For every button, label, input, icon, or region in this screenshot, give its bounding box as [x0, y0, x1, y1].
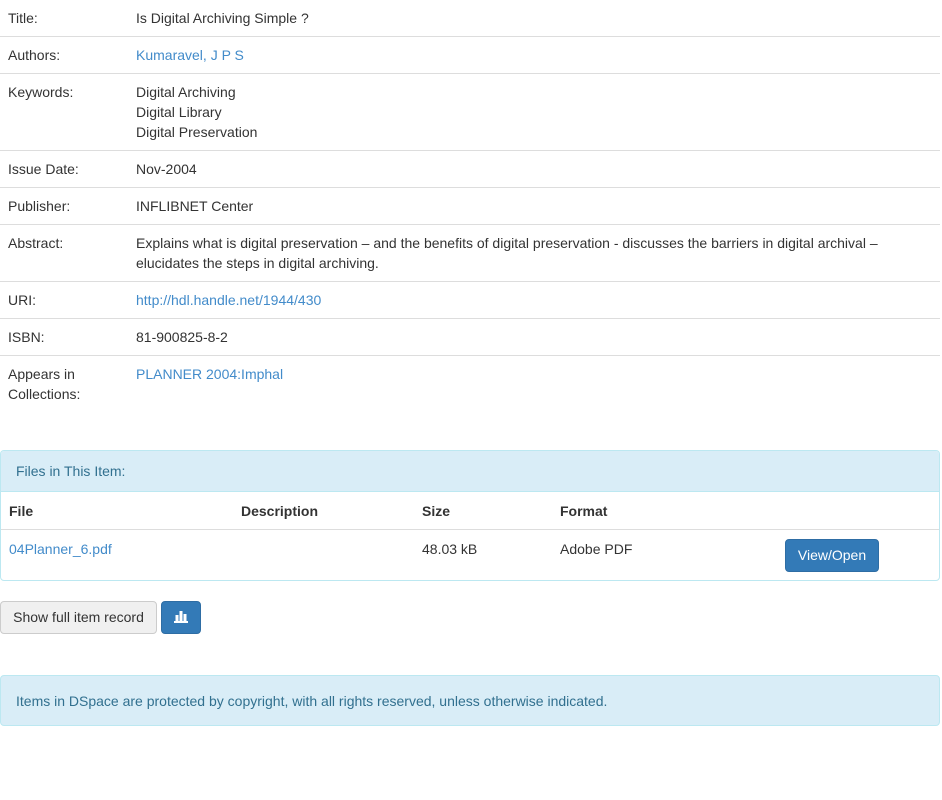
- metadata-row-uri: URI: http://hdl.handle.net/1944/430: [0, 282, 940, 319]
- metadata-label: Issue Date:: [8, 161, 79, 177]
- show-full-item-record-button[interactable]: Show full item record: [0, 601, 157, 634]
- abstract-line: Explains what is digital preservation – …: [136, 235, 878, 251]
- column-header-file: File: [9, 503, 34, 519]
- metadata-label: ISBN:: [8, 329, 45, 345]
- metadata-value: http://hdl.handle.net/1944/430: [136, 290, 940, 310]
- metadata-label: Appears in Collections:: [0, 364, 136, 404]
- keyword: Digital Preservation: [136, 124, 258, 140]
- author-link[interactable]: Kumaravel, J P S: [136, 47, 244, 63]
- bar-chart-icon: [174, 610, 188, 626]
- metadata-row-isbn: ISBN: 81-900825-8-2: [0, 319, 940, 356]
- file-link[interactable]: 04Planner_6.pdf: [9, 539, 112, 559]
- metadata-value: PLANNER 2004:Imphal: [136, 364, 940, 404]
- column-header-description: Description: [241, 503, 319, 519]
- issue-date: Nov-2004: [136, 161, 197, 177]
- label-line: Collections:: [8, 386, 81, 402]
- copyright-notice: Items in DSpace are protected by copyrig…: [0, 675, 940, 726]
- keyword: Digital Library: [136, 104, 222, 120]
- metadata-row-issue-date: Issue Date: Nov-2004: [0, 151, 940, 188]
- column-header-format: Format: [560, 503, 608, 519]
- isbn: 81-900825-8-2: [136, 329, 228, 345]
- file-format: Adobe PDF: [560, 541, 633, 557]
- label-line: Appears in: [8, 366, 75, 382]
- files-panel: Files in This Item: File Description Siz…: [0, 450, 940, 581]
- uri-link[interactable]: http://hdl.handle.net/1944/430: [136, 292, 321, 308]
- metadata-row-authors: Authors: Kumaravel, J P S: [0, 37, 940, 74]
- statistics-button[interactable]: [161, 601, 201, 634]
- metadata-label: Publisher:: [8, 198, 71, 214]
- metadata-row-collections: Appears in Collections: PLANNER 2004:Imp…: [0, 356, 940, 412]
- view-open-button[interactable]: View/Open: [785, 539, 879, 572]
- metadata-label: Authors:: [8, 47, 61, 63]
- files-panel-heading: Files in This Item:: [1, 451, 939, 492]
- table-divider: [1, 529, 939, 530]
- metadata-label: Title:: [8, 10, 38, 26]
- keywords-list: Digital Archiving Digital Library Digita…: [136, 82, 940, 142]
- abstract-line: elucidates the steps in digital archivin…: [136, 255, 379, 271]
- metadata-row-abstract: Abstract: Explains what is digital prese…: [0, 225, 940, 282]
- abstract: Explains what is digital preservation – …: [136, 233, 940, 273]
- collection-link[interactable]: PLANNER 2004:Imphal: [136, 366, 283, 382]
- item-metadata-table: Title: Is Digital Archiving Simple ? Aut…: [0, 0, 940, 412]
- file-size: 48.03 kB: [422, 541, 478, 557]
- metadata-label: URI:: [8, 292, 36, 308]
- metadata-value: Kumaravel, J P S: [136, 45, 940, 65]
- keyword: Digital Archiving: [136, 84, 236, 100]
- metadata-label: Keywords:: [8, 84, 74, 100]
- metadata-label: Abstract:: [8, 235, 64, 251]
- column-header-size: Size: [422, 503, 451, 519]
- publisher: INFLIBNET Center: [136, 198, 254, 214]
- metadata-row-publisher: Publisher: INFLIBNET Center: [0, 188, 940, 225]
- item-title: Is Digital Archiving Simple ?: [136, 10, 309, 26]
- metadata-row-keywords: Keywords: Digital Archiving Digital Libr…: [0, 74, 940, 151]
- metadata-row-title: Title: Is Digital Archiving Simple ?: [0, 0, 940, 37]
